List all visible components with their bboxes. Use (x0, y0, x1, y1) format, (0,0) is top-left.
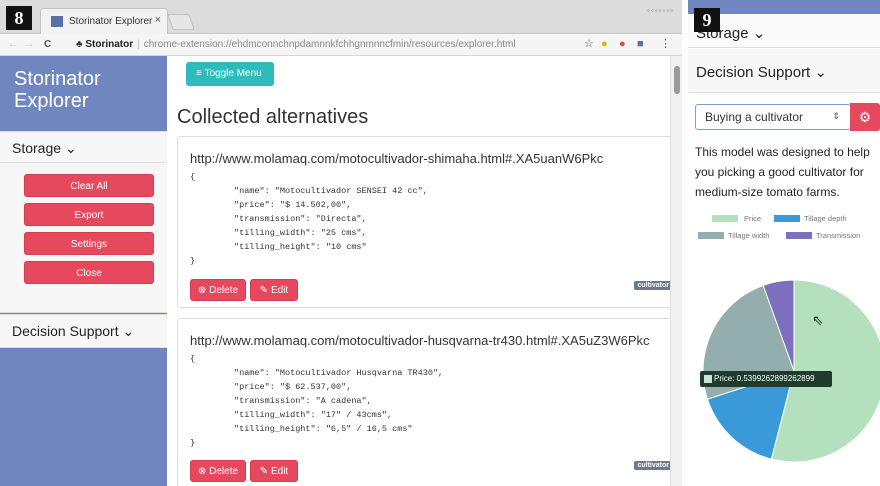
card-json: { "name": "Motocultivador Husqvarna TR43… (190, 352, 443, 450)
decision-support-label: Decision Support (12, 323, 119, 339)
edit-icon: ✎ (259, 285, 269, 296)
forward-icon[interactable]: → (24, 39, 34, 50)
address-bar: ← → C ♣ Storinator | chrome-extension://eh… (0, 34, 682, 56)
alternative-card: http://www.molamaq.com/motocultivador-sh… (177, 136, 682, 308)
tooltip-text: Price: 0.5399262899262899 (714, 374, 815, 383)
page-heading: Collected alternatives (177, 106, 369, 128)
storage-toggle[interactable]: Storage ⌄ (0, 132, 167, 165)
card-json: { "name": "Motocultivador SENSEI 42 cc",… (190, 170, 428, 268)
tab-close-icon[interactable]: × (155, 14, 161, 26)
chevron-down-icon: ⌄ (122, 323, 135, 339)
bookmark-star-icon[interactable]: ☆ (584, 38, 594, 51)
app-title: Storinator Explorer (14, 68, 101, 112)
sidebar: Storinator Explorer Storage ⌄ Clear All … (0, 56, 167, 486)
browser-tab[interactable]: Storinator Explorer × (40, 8, 168, 34)
url-site-label: Storinator (85, 39, 134, 50)
new-tab-button[interactable] (167, 14, 195, 30)
json-line: } (190, 256, 196, 266)
reload-icon[interactable]: C (44, 39, 51, 50)
remove-circle-icon: ⊗ (197, 466, 207, 477)
chevron-down-icon: ⌄ (64, 140, 77, 156)
json-line: "tilling_width": "25 cms", (234, 228, 367, 238)
toggle-menu-button[interactable]: ≡ Toggle Menu (186, 62, 274, 86)
decision-support-toggle[interactable]: Decision Support ⌄ (0, 315, 167, 348)
edit-button[interactable]: ✎ Edit (250, 460, 298, 482)
json-line: "price": "$ 62.537,00", (234, 382, 352, 392)
json-line: "transmission": "A cadena", (234, 396, 372, 406)
json-line: "tilling_height": "10 cms" (234, 242, 367, 252)
storage-panel: Storage ⌄ Clear All Export Settings Clos… (0, 131, 167, 313)
card-url[interactable]: http://www.molamaq.com/motocultivador-sh… (190, 151, 603, 166)
json-line: { (190, 354, 196, 364)
close-button[interactable]: Close (24, 261, 154, 284)
back-icon[interactable]: ← (8, 39, 18, 50)
url-field[interactable]: ♣ Storinator | chrome-extension://ehdmconn… (72, 37, 590, 53)
pie-chart (702, 279, 880, 463)
explorer-screenshot: 8 Storinator Explorer × ◦◦◦◦◦◦◦ ← → C ♣ … (0, 0, 682, 486)
json-line: "tilling_height": "6,5" / 16,5 cms" (234, 424, 413, 434)
edit-label: Edit (270, 466, 289, 477)
json-line: } (190, 438, 196, 448)
browser-tab-bar: Storinator Explorer × ◦◦◦◦◦◦◦ (0, 0, 682, 34)
toggle-menu-label: Toggle Menu (204, 68, 262, 79)
export-button[interactable]: Export (24, 203, 154, 226)
json-line: "tilling_width": "17" / 43cms", (234, 410, 393, 420)
json-line: "transmission": "Directa", (234, 214, 367, 224)
extension-icon-2[interactable]: ● (619, 38, 626, 51)
json-line: "name": "Motocultivador Husqvarna TR430"… (234, 368, 444, 378)
json-line: { (190, 172, 196, 182)
extension-icon-1[interactable]: ● (601, 38, 608, 51)
storage-label: Storage (12, 140, 62, 156)
json-line: "name": "Motocultivador SENSEI 42 cc", (234, 186, 428, 196)
browser-menu-icon[interactable]: ⋮ (660, 38, 671, 51)
figure-label-8: 8 (6, 6, 32, 30)
chart-tooltip: Price: 0.5399262899262899 (700, 371, 832, 387)
tab-title: Storinator Explorer (69, 16, 153, 27)
extension-page-icon (51, 16, 63, 27)
settings-button[interactable]: Settings (24, 232, 154, 255)
delete-label: Delete (209, 285, 239, 296)
delete-label: Delete (209, 466, 239, 477)
card-url[interactable]: http://www.molamaq.com/motocultivador-hu… (190, 333, 650, 348)
mouse-cursor-icon: ⇖ (812, 312, 824, 328)
clear-all-button[interactable]: Clear All (24, 174, 154, 197)
scrollbar-thumb[interactable] (674, 66, 680, 94)
window-controls[interactable]: ◦◦◦◦◦◦◦ (647, 6, 674, 15)
remove-circle-icon: ⊗ (197, 285, 207, 296)
edit-button[interactable]: ✎ Edit (250, 279, 298, 301)
url-path: chrome-extension://ehdmconnchnpdamnnkfch… (143, 39, 516, 50)
puzzle-icon: ♣ (76, 39, 83, 50)
tag-badge: cultivator (634, 461, 672, 470)
menu-lines-icon: ≡ (196, 68, 202, 79)
json-line: "price": "$ 14.502,00", (234, 200, 352, 210)
edit-icon: ✎ (259, 466, 269, 477)
delete-button[interactable]: ⊗ Delete (190, 460, 246, 482)
main-content: ≡ Toggle Menu Collected alternatives htt… (167, 56, 682, 486)
extension-icon-3[interactable]: ■ (637, 38, 644, 51)
tag-badge: cultivator (634, 281, 672, 290)
figure-label-9: 9 (694, 8, 720, 32)
delete-button[interactable]: ⊗ Delete (190, 279, 246, 301)
decision-support-screenshot: 9 Storage ⌄ Decision Support ⌄ Buying a … (688, 0, 880, 486)
alternative-card: http://www.molamaq.com/motocultivador-hu… (177, 318, 682, 486)
decision-support-panel: Decision Support ⌄ (0, 314, 167, 348)
tooltip-swatch (704, 375, 712, 383)
edit-label: Edit (270, 285, 289, 296)
scrollbar[interactable] (670, 56, 682, 486)
